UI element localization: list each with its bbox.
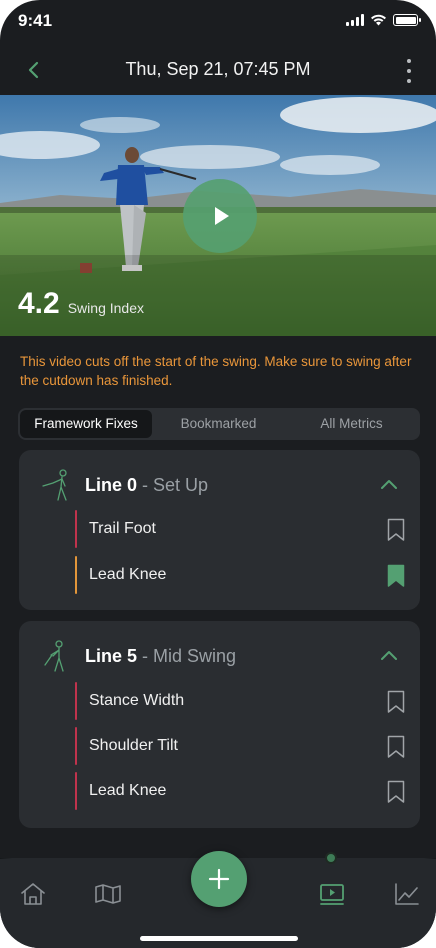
add-button[interactable]: [191, 851, 247, 907]
golfer-icon: [44, 640, 64, 672]
fix-label: Stance Width: [89, 692, 185, 709]
card-title: Line 5 - Mid Swing: [85, 646, 236, 667]
segmented-tabs: Framework Fixes Bookmarked All Metrics: [18, 408, 420, 440]
bookmark-icon[interactable]: [387, 735, 405, 759]
bookmark-icon[interactable]: [387, 518, 405, 542]
warning-message: This video cuts off the start of the swi…: [20, 354, 412, 388]
severity-bar: [75, 772, 77, 810]
bookmark-filled-icon[interactable]: [387, 564, 405, 588]
map-icon[interactable]: [94, 880, 122, 908]
play-button[interactable]: [183, 179, 257, 253]
home-indicator: [140, 936, 298, 941]
card-header[interactable]: Line 5 - Mid Swing: [19, 621, 420, 691]
swing-video[interactable]: 4.2 Swing Index: [0, 95, 436, 336]
bottom-nav: [0, 851, 436, 948]
swing-phase: - Mid Swing: [142, 646, 237, 666]
severity-bar: [75, 556, 77, 594]
fix-label: Trail Foot: [89, 520, 156, 537]
chevron-up-icon[interactable]: [380, 647, 398, 665]
swing-phase: - Set Up: [142, 475, 209, 495]
tab-framework-fixes[interactable]: Framework Fixes: [20, 410, 152, 438]
plus-icon: [208, 868, 230, 890]
tab-all-metrics[interactable]: All Metrics: [285, 410, 418, 438]
page-title: Thu, Sep 21, 07:45 PM: [125, 59, 311, 79]
play-icon: [215, 207, 229, 225]
severity-bar: [75, 727, 77, 765]
active-indicator-dot: [325, 852, 337, 864]
home-icon[interactable]: [19, 880, 47, 908]
chart-icon[interactable]: [393, 880, 421, 908]
line-number: Line 5: [85, 646, 138, 666]
severity-bar: [75, 510, 77, 548]
battery-icon: [393, 14, 421, 26]
fix-label: Shoulder Tilt: [89, 737, 178, 754]
fix-row[interactable]: Trail Foot: [75, 510, 405, 548]
wifi-icon: [371, 14, 386, 26]
fix-label: Lead Knee: [89, 782, 167, 799]
card-title: Line 0 - Set Up: [85, 475, 208, 496]
fix-label: Lead Knee: [89, 566, 167, 583]
fix-row[interactable]: Lead Knee: [75, 772, 405, 810]
swing-index: 4.2 Swing Index: [18, 287, 144, 321]
bookmark-icon[interactable]: [387, 780, 405, 804]
fix-row[interactable]: Shoulder Tilt: [75, 727, 405, 765]
line-card-5: Line 5 - Mid Swing Stance Width Shoulder…: [19, 621, 420, 828]
chevron-up-icon[interactable]: [380, 476, 398, 494]
fix-row[interactable]: Stance Width: [75, 682, 405, 720]
status-time: 9:41: [18, 11, 53, 30]
severity-bar: [75, 682, 77, 720]
status-bar: 9:41: [0, 0, 436, 44]
header: Thu, Sep 21, 07:45 PM: [0, 50, 436, 90]
swing-index-label: Swing Index: [67, 300, 144, 316]
signal-icon: [346, 14, 364, 26]
line-card-0: Line 0 - Set Up Trail Foot Lead Knee: [19, 450, 420, 610]
line-number: Line 0: [85, 475, 138, 495]
golfer-icon: [42, 469, 67, 501]
video-icon[interactable]: [318, 880, 346, 908]
status-icons: [346, 14, 421, 26]
swing-index-value: 4.2: [18, 287, 60, 320]
more-options-icon[interactable]: [402, 59, 416, 83]
bookmark-icon[interactable]: [387, 690, 405, 714]
tab-bookmarked[interactable]: Bookmarked: [152, 410, 285, 438]
app-screen: 9:41 Thu, Sep 21, 07:45 PM 4.2 Swing Ind…: [0, 0, 436, 948]
fix-row[interactable]: Lead Knee: [75, 556, 405, 594]
